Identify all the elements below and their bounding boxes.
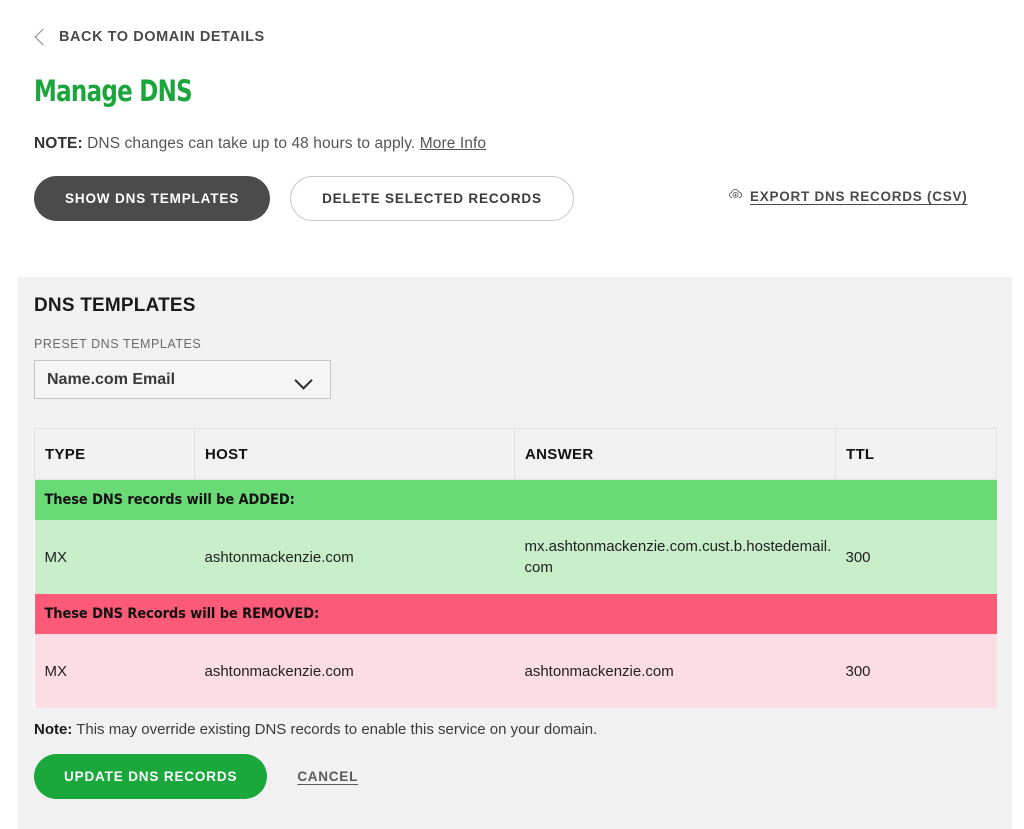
panel-actions: UPDATE DNS RECORDS CANCEL: [34, 754, 996, 799]
cloud-download-icon: [728, 187, 743, 207]
manage-dns-page: BACK TO DOMAIN DETAILS Manage DNS NOTE: …: [0, 0, 1024, 829]
dns-propagation-note: NOTE: DNS changes can take up to 48 hour…: [34, 135, 1024, 153]
toolbar: SHOW DNS TEMPLATES DELETE SELECTED RECOR…: [34, 175, 1024, 221]
record-host: ashtonmackenzie.com: [194, 520, 515, 594]
table-row: MX ashtonmackenzie.com ashtonmackenzie.c…: [34, 634, 997, 708]
more-info-link[interactable]: More Info: [420, 135, 486, 152]
record-answer: mx.ashtonmackenzie.com.cust.b.hostedemai…: [514, 520, 836, 594]
removed-band-label: These DNS Records will be REMOVED:: [34, 594, 997, 634]
note-body: DNS changes can take up to 48 hours to a…: [82, 134, 420, 152]
note-prefix: NOTE:: [34, 134, 83, 152]
added-band-label: These DNS records will be ADDED:: [34, 479, 997, 520]
record-answer: ashtonmackenzie.com: [514, 634, 836, 708]
chevron-down-icon: [294, 371, 313, 390]
dns-records-preview-table: TYPE HOST ANSWER TTL These DNS records w…: [34, 428, 997, 708]
preset-dns-templates-label: PRESET DNS TEMPLATES: [34, 337, 202, 351]
record-type: MX: [34, 520, 195, 594]
back-link-label: BACK TO DOMAIN DETAILS: [59, 29, 265, 45]
update-dns-records-button[interactable]: UPDATE DNS RECORDS: [34, 754, 268, 799]
delete-selected-records-button[interactable]: DELETE SELECTED RECORDS: [290, 175, 574, 221]
dns-templates-panel: DNS TEMPLATES PRESET DNS TEMPLATES Name.…: [18, 277, 1012, 829]
record-ttl: 300: [835, 520, 997, 594]
export-dns-records-link[interactable]: EXPORT DNS RECORDS (CSV): [728, 187, 968, 207]
column-header-answer: ANSWER: [514, 428, 836, 480]
table-row: MX ashtonmackenzie.com mx.ashtonmackenzi…: [34, 520, 997, 594]
page-title: Manage DNS: [34, 73, 193, 108]
column-header-type: TYPE: [34, 428, 195, 480]
dns-templates-title: DNS TEMPLATES: [34, 295, 196, 316]
column-header-ttl: TTL: [835, 428, 997, 480]
table-header-row: TYPE HOST ANSWER TTL: [34, 428, 997, 480]
back-to-domain-details-link[interactable]: BACK TO DOMAIN DETAILS: [34, 28, 265, 45]
added-band-row: These DNS records will be ADDED:: [34, 479, 997, 520]
preset-selected-value: Name.com Email: [47, 371, 176, 388]
override-warning-note: Note: This may override existing DNS rec…: [34, 721, 996, 738]
show-dns-templates-button[interactable]: SHOW DNS TEMPLATES: [34, 175, 271, 221]
preset-dns-templates-select[interactable]: Name.com Email: [34, 360, 331, 399]
cancel-link[interactable]: CANCEL: [297, 769, 358, 784]
footer-note-body: This may override existing DNS records t…: [72, 721, 598, 738]
record-host: ashtonmackenzie.com: [194, 634, 515, 708]
page-header: BACK TO DOMAIN DETAILS Manage DNS NOTE: …: [0, 0, 1024, 221]
footer-note-prefix: Note:: [34, 721, 73, 738]
chevron-left-icon: [34, 28, 52, 45]
column-header-host: HOST: [194, 428, 515, 480]
removed-band-row: These DNS Records will be REMOVED:: [34, 594, 997, 634]
record-type: MX: [34, 634, 195, 708]
record-ttl: 300: [835, 634, 997, 708]
export-link-label: EXPORT DNS RECORDS (CSV): [750, 189, 968, 204]
